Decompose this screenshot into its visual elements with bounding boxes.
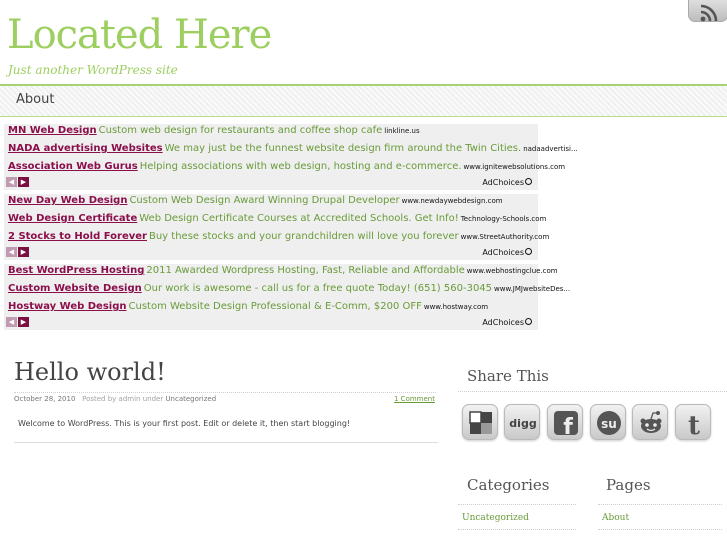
ad-row: Web Design Certificate Web Design Certifi… (8, 213, 546, 224)
share-divider (458, 391, 727, 392)
ad-pager: ◀ ▶ (6, 169, 30, 188)
ad-description: Custom web design for restaurants and co… (98, 125, 383, 136)
ad-url[interactable]: www.ignitewebsolutions.com (464, 163, 566, 171)
share-title: Share This (467, 367, 549, 385)
svg-text:digg: digg (509, 417, 536, 430)
delicious-icon (469, 411, 492, 434)
main-navigation (0, 86, 727, 116)
ad-url[interactable]: www.StreetAuthority.com (461, 233, 550, 241)
post-body: Welcome to WordPress. This is your first… (18, 419, 351, 428)
digg-share-button[interactable]: digg (504, 404, 540, 440)
post-title-divider (14, 392, 436, 393)
adchoices-icon (525, 248, 532, 255)
svg-text:f: f (563, 415, 573, 438)
ad-row: Hostway Web Design Custom Website Design … (8, 301, 488, 312)
ad-description: Custom Web Design Award Winning Drupal D… (129, 195, 400, 206)
twitter-share-button[interactable]: t (675, 404, 711, 440)
ad-title-link[interactable]: NADA advertising Websites (8, 143, 163, 154)
rss-icon (700, 4, 718, 22)
ad-url[interactable]: www.webhostingclue.com (467, 267, 558, 275)
ad-title-link[interactable]: Best WordPress Hosting (8, 265, 144, 276)
ad-row: Best WordPress Hosting 2011 Awarded Wordp… (8, 265, 558, 276)
ad-row: NADA advertising Websites We may just be … (8, 143, 578, 154)
post-comments-link[interactable]: 1 Comment (394, 395, 435, 403)
ad-unit: New Day Web Design Custom Web Design Awar… (4, 194, 549, 260)
site-title[interactable]: Located Here (7, 12, 272, 58)
reddit-share-button[interactable] (632, 404, 668, 440)
ad-description: Web Design Certificate Courses at Accred… (139, 213, 459, 224)
ad-unit: Best WordPress Hosting 2011 Awarded Wordp… (4, 264, 570, 330)
ad-description: Custom Website Design Professional & E-C… (128, 301, 422, 312)
ad-url[interactable]: Technology-Schools.com (461, 215, 547, 223)
reddit-icon (640, 411, 662, 433)
stumbleupon-share-button[interactable]: su (590, 404, 626, 440)
ad-url[interactable]: www.hostway.com (424, 303, 488, 311)
ad-title-link[interactable]: Custom Website Design (8, 283, 142, 294)
ad-url[interactable]: linkline.us (384, 127, 419, 135)
adchoices-label: AdChoices (482, 318, 524, 327)
pages-divider (598, 504, 722, 505)
svg-text:t: t (688, 411, 700, 438)
ad-prev-button[interactable]: ◀ (6, 247, 17, 257)
rss-feed-button[interactable] (688, 0, 727, 22)
svg-text:su: su (601, 417, 617, 431)
ad-row: 2 Stocks to Hold Forever Buy these stocks… (8, 231, 549, 242)
post-author-label: Posted by admin under (82, 395, 164, 403)
adchoices-icon (525, 178, 532, 185)
ad-next-button[interactable]: ▶ (18, 317, 29, 327)
ad-prev-button[interactable]: ◀ (6, 317, 17, 327)
ad-url[interactable]: www.JMJwebsiteDes... (494, 285, 570, 293)
post-meta: October 28, 2010 Posted by admin under U… (14, 395, 216, 403)
post-category-link[interactable]: Uncategorized (165, 395, 216, 403)
ad-pager: ◀ ▶ (6, 309, 30, 328)
delicious-share-button[interactable] (462, 404, 498, 440)
ad-description: We may just be the funnest website desig… (164, 143, 522, 154)
pages-item-divider (598, 529, 722, 530)
ad-description: Helping associations with web design, ho… (139, 161, 462, 172)
site-tagline: Just another WordPress site (8, 63, 178, 77)
ad-prev-button[interactable]: ◀ (6, 177, 17, 187)
pages-title: Pages (606, 476, 651, 494)
categories-title: Categories (467, 476, 550, 494)
ad-row: New Day Web Design Custom Web Design Awar… (8, 195, 503, 206)
ad-url[interactable]: www.newdaywebdesign.com (402, 197, 503, 205)
ad-description: 2011 Awarded Wordpress Hosting, Fast, Re… (146, 265, 465, 276)
ad-pager: ◀ ▶ (6, 239, 30, 258)
categories-divider (458, 504, 576, 505)
digg-icon: digg (509, 417, 536, 430)
ad-title-link[interactable]: MN Web Design (8, 125, 97, 136)
ad-row: MN Web Design Custom web design for resta… (8, 125, 420, 136)
ad-next-button[interactable]: ▶ (18, 177, 29, 187)
page-link-about[interactable]: About (602, 513, 629, 523)
ad-description: Buy these stocks and your grandchildren … (148, 231, 459, 242)
ad-row: Custom Website Design Our work is awesome… (8, 283, 570, 294)
facebook-share-button[interactable]: f (547, 404, 583, 440)
category-link-uncategorized[interactable]: Uncategorized (462, 513, 529, 523)
categories-item-divider (458, 529, 576, 530)
adchoices-icon (525, 318, 532, 325)
ad-unit: MN Web Design Custom web design for resta… (4, 124, 578, 190)
nav-item-about[interactable]: About (16, 92, 54, 107)
adchoices-link[interactable]: AdChoices (482, 318, 532, 327)
ad-row: Association Web Gurus Helping association… (8, 161, 565, 172)
twitter-icon: t (688, 411, 700, 438)
facebook-icon: f (554, 411, 578, 438)
ad-next-button[interactable]: ▶ (18, 247, 29, 257)
post-date: October 28, 2010 (14, 395, 76, 403)
adchoices-label: AdChoices (482, 248, 524, 257)
post-divider (14, 442, 438, 443)
stumbleupon-icon: su (597, 411, 621, 435)
adchoices-link[interactable]: AdChoices (482, 248, 532, 257)
ad-description: Our work is awesome - call us for a free… (143, 283, 493, 294)
ad-title-link[interactable]: New Day Web Design (8, 195, 127, 206)
ad-url[interactable]: nadaadvertisi... (523, 145, 577, 153)
nav-bottom-border (0, 116, 727, 117)
adchoices-link[interactable]: AdChoices (482, 178, 532, 187)
adchoices-label: AdChoices (482, 178, 524, 187)
post-title[interactable]: Hello world! (14, 358, 166, 386)
ad-title-link[interactable]: Web Design Certificate (8, 213, 137, 224)
